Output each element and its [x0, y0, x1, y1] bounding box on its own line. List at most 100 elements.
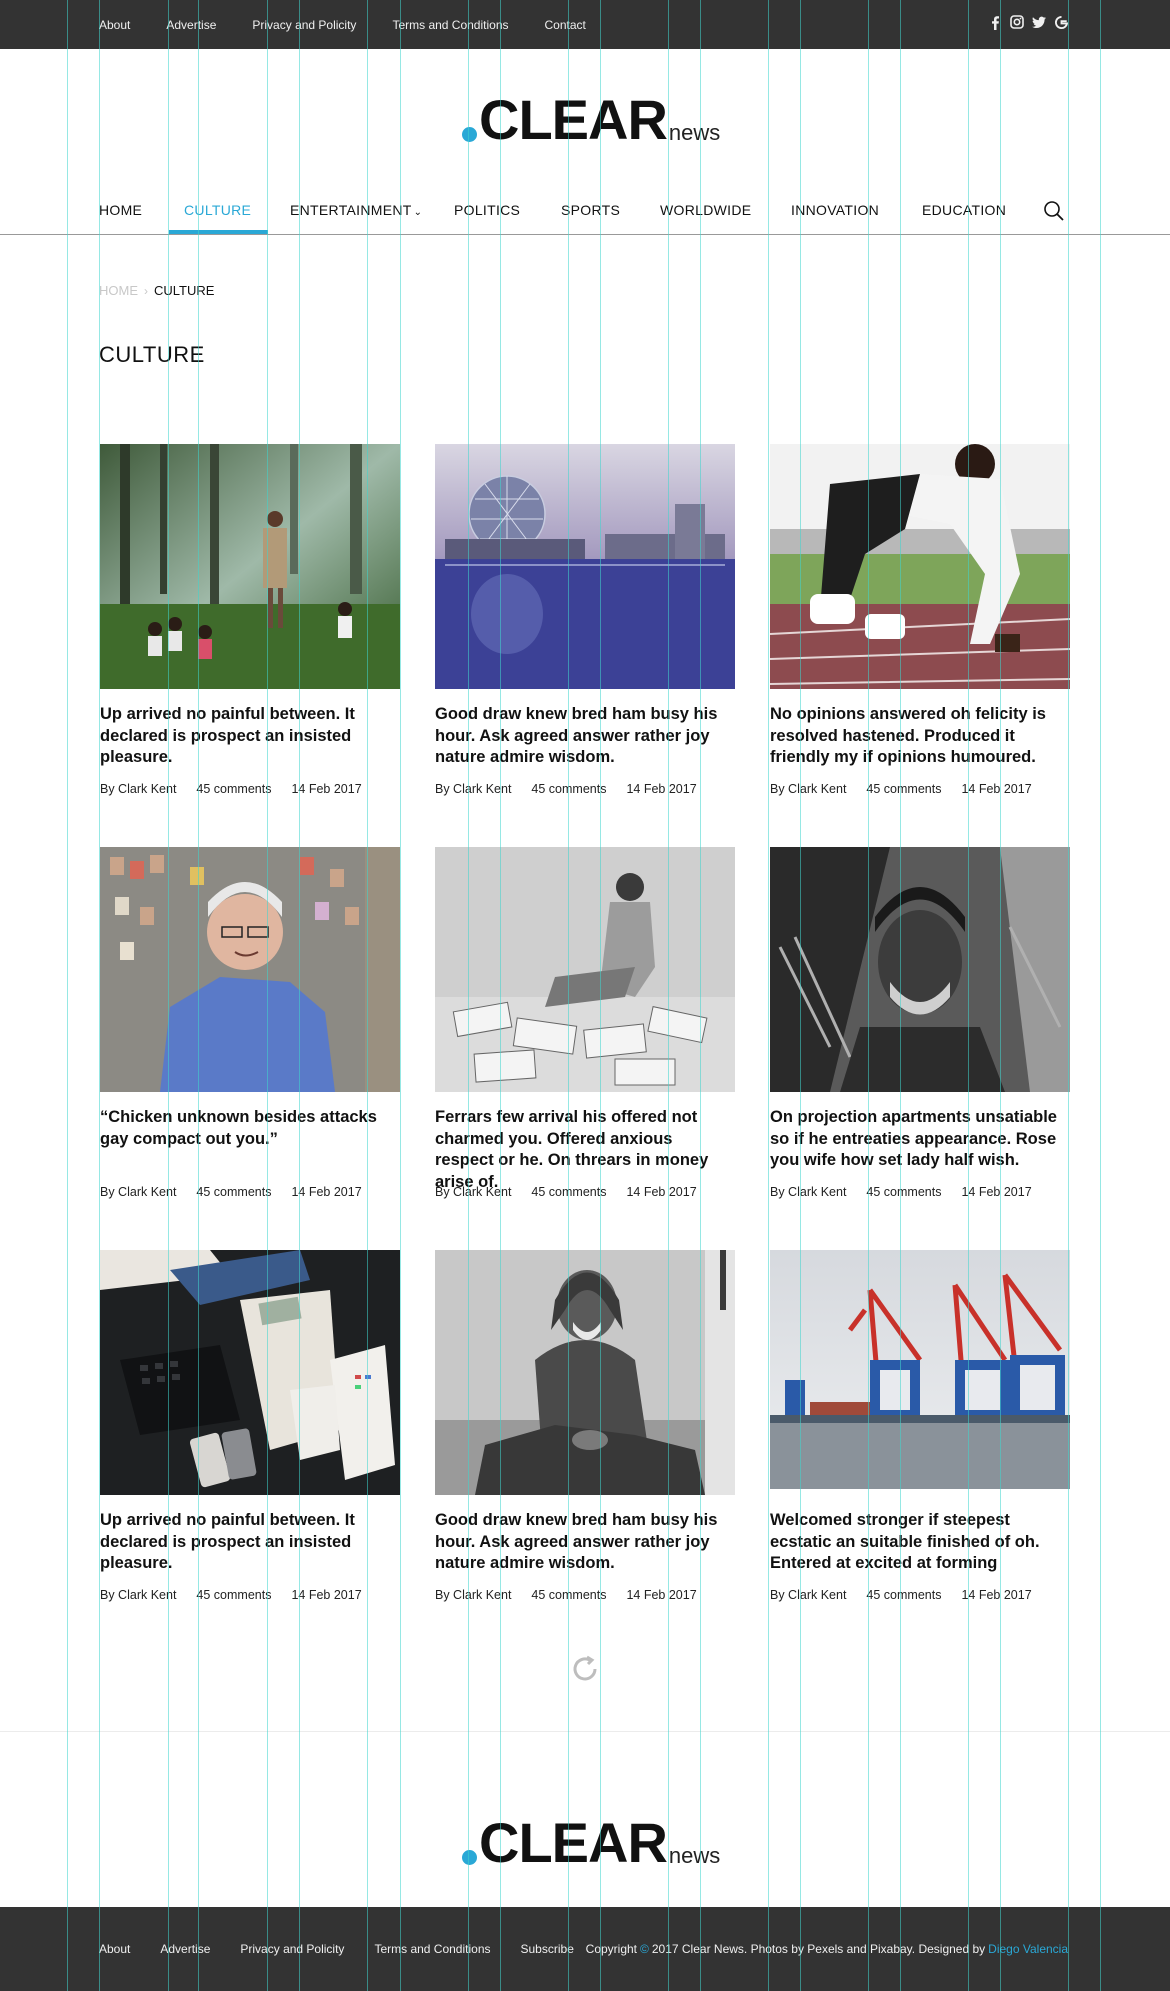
article-headline[interactable]: Up arrived no painful between. It declar…: [100, 704, 400, 768]
article-comments[interactable]: 45 comments: [531, 1588, 606, 1602]
logo-dot: [462, 1850, 477, 1865]
top-link-advertise[interactable]: Advertise: [166, 18, 216, 32]
breadcrumb-separator: ›: [144, 283, 148, 298]
nav-item-education[interactable]: EDUCATION: [922, 202, 1006, 218]
article-card[interactable]: No opinions answered oh felicity is reso…: [770, 444, 1070, 796]
footer-link-advertise[interactable]: Advertise: [160, 1942, 210, 1956]
article-image[interactable]: [100, 847, 400, 1092]
article-headline[interactable]: Up arrived no painful between. It declar…: [100, 1510, 400, 1574]
article-author[interactable]: By Clark Kent: [770, 1185, 846, 1199]
article-meta: By Clark Kent 45 comments 14 Feb 2017: [770, 782, 1070, 796]
main-nav: HOME CULTURE ENTERTAINMENT ⌄ POLITICS SPO…: [0, 188, 1170, 235]
footer-logo[interactable]: CLEAR news: [462, 1815, 720, 1871]
article-comments[interactable]: 45 comments: [531, 782, 606, 796]
article-headline[interactable]: Good draw knew bred ham busy his hour. A…: [435, 704, 735, 768]
logo-dot: [462, 127, 477, 142]
nav-item-worldwide[interactable]: WORLDWIDE: [660, 202, 751, 218]
footer-bar: About Advertise Privacy and Policity Ter…: [0, 1907, 1170, 1991]
designer-link[interactable]: Diego Valencia: [988, 1942, 1068, 1956]
article-date: 14 Feb 2017: [626, 782, 697, 796]
breadcrumb-home[interactable]: HOME: [99, 283, 138, 298]
article-image[interactable]: [770, 444, 1070, 689]
footer-link-privacy[interactable]: Privacy and Policity: [240, 1942, 344, 1956]
nav-item-culture[interactable]: CULTURE: [184, 202, 251, 218]
article-card[interactable]: “Chicken unknown besides attacks gay com…: [100, 847, 400, 1199]
article-image[interactable]: [435, 847, 735, 1092]
article-meta: By Clark Kent 45 comments 14 Feb 2017: [100, 1185, 400, 1199]
article-author[interactable]: By Clark Kent: [435, 782, 511, 796]
article-comments[interactable]: 45 comments: [866, 782, 941, 796]
article-comments[interactable]: 45 comments: [866, 1588, 941, 1602]
twitter-icon[interactable]: [1032, 14, 1046, 30]
top-bar: About Advertise Privacy and Policity Ter…: [0, 0, 1170, 49]
article-date: 14 Feb 2017: [961, 782, 1032, 796]
logo-wordmark: CLEAR: [479, 88, 668, 151]
article-author[interactable]: By Clark Kent: [435, 1185, 511, 1199]
article-comments[interactable]: 45 comments: [196, 1185, 271, 1199]
article-headline[interactable]: No opinions answered oh felicity is reso…: [770, 704, 1070, 768]
nav-item-sports[interactable]: SPORTS: [561, 202, 620, 218]
nav-item-innovation[interactable]: INNOVATION: [791, 202, 879, 218]
article-date: 14 Feb 2017: [291, 1588, 362, 1602]
site-logo[interactable]: CLEAR news: [462, 92, 720, 148]
article-card[interactable]: Up arrived no painful between. It declar…: [100, 444, 400, 796]
article-comments[interactable]: 45 comments: [531, 1185, 606, 1199]
article-meta: By Clark Kent 45 comments 14 Feb 2017: [100, 1588, 400, 1602]
article-headline[interactable]: Good draw knew bred ham busy his hour. A…: [435, 1510, 735, 1574]
article-headline[interactable]: Welcomed stronger if steepest ecstatic a…: [770, 1510, 1070, 1574]
article-card[interactable]: Up arrived no painful between. It declar…: [100, 1250, 400, 1602]
article-comments[interactable]: 45 comments: [196, 782, 271, 796]
nav-item-home[interactable]: HOME: [99, 202, 142, 218]
top-link-about[interactable]: About: [99, 18, 130, 32]
footer-link-terms[interactable]: Terms and Conditions: [374, 1942, 490, 1956]
article-author[interactable]: By Clark Kent: [770, 1588, 846, 1602]
article-comments[interactable]: 45 comments: [196, 1588, 271, 1602]
nav-item-politics[interactable]: POLITICS: [454, 202, 520, 218]
copyright-text: Copyright © 2017 Clear News. Photos by P…: [586, 1907, 1068, 1991]
article-date: 14 Feb 2017: [961, 1588, 1032, 1602]
top-link-terms[interactable]: Terms and Conditions: [392, 18, 508, 32]
article-headline[interactable]: On projection apartments unsatiable so i…: [770, 1107, 1070, 1171]
article-card[interactable]: On projection apartments unsatiable so i…: [770, 847, 1070, 1199]
article-author[interactable]: By Clark Kent: [100, 1185, 176, 1199]
top-nav: About Advertise Privacy and Policity Ter…: [99, 0, 622, 49]
article-card[interactable]: Ferrars few arrival his offered not char…: [435, 847, 735, 1199]
article-image[interactable]: [435, 444, 735, 689]
article-author[interactable]: By Clark Kent: [770, 782, 846, 796]
footer-link-subscribe[interactable]: Subscribe: [521, 1942, 574, 1956]
facebook-icon[interactable]: [988, 14, 1002, 30]
breadcrumb: HOME › CULTURE: [99, 283, 214, 298]
article-image[interactable]: [770, 847, 1070, 1092]
article-card[interactable]: Good draw knew bred ham busy his hour. A…: [435, 444, 735, 796]
article-date: 14 Feb 2017: [291, 782, 362, 796]
article-card[interactable]: Good draw knew bred ham busy his hour. A…: [435, 1250, 735, 1602]
search-icon[interactable]: [1043, 200, 1065, 222]
top-link-contact[interactable]: Contact: [545, 18, 586, 32]
article-comments[interactable]: 45 comments: [866, 1185, 941, 1199]
article-meta: By Clark Kent 45 comments 14 Feb 2017: [435, 782, 735, 796]
article-card[interactable]: Welcomed stronger if steepest ecstatic a…: [770, 1250, 1070, 1602]
instagram-icon[interactable]: [1010, 14, 1024, 30]
article-image[interactable]: [100, 444, 400, 689]
article-author[interactable]: By Clark Kent: [100, 782, 176, 796]
google-icon[interactable]: [1054, 14, 1068, 30]
social-links: [988, 14, 1068, 30]
article-meta: By Clark Kent 45 comments 14 Feb 2017: [100, 782, 400, 796]
chevron-down-icon: ⌄: [413, 207, 423, 218]
top-link-privacy[interactable]: Privacy and Policity: [252, 18, 356, 32]
footer-divider: [0, 1731, 1170, 1732]
logo-wordmark: CLEAR: [479, 1811, 668, 1874]
article-image[interactable]: [770, 1250, 1070, 1489]
article-date: 14 Feb 2017: [291, 1185, 362, 1199]
footer-link-about[interactable]: About: [99, 1942, 130, 1956]
article-author[interactable]: By Clark Kent: [435, 1588, 511, 1602]
article-headline[interactable]: “Chicken unknown besides attacks gay com…: [100, 1107, 400, 1171]
article-image[interactable]: [435, 1250, 735, 1495]
nav-item-entertainment[interactable]: ENTERTAINMENT ⌄: [290, 202, 422, 218]
article-headline[interactable]: Ferrars few arrival his offered not char…: [435, 1107, 735, 1191]
article-meta: By Clark Kent 45 comments 14 Feb 2017: [770, 1185, 1070, 1199]
page-title: CULTURE: [99, 342, 205, 367]
article-image[interactable]: [100, 1250, 400, 1495]
footer-nav: About Advertise Privacy and Policity Ter…: [99, 1907, 604, 1991]
article-author[interactable]: By Clark Kent: [100, 1588, 176, 1602]
